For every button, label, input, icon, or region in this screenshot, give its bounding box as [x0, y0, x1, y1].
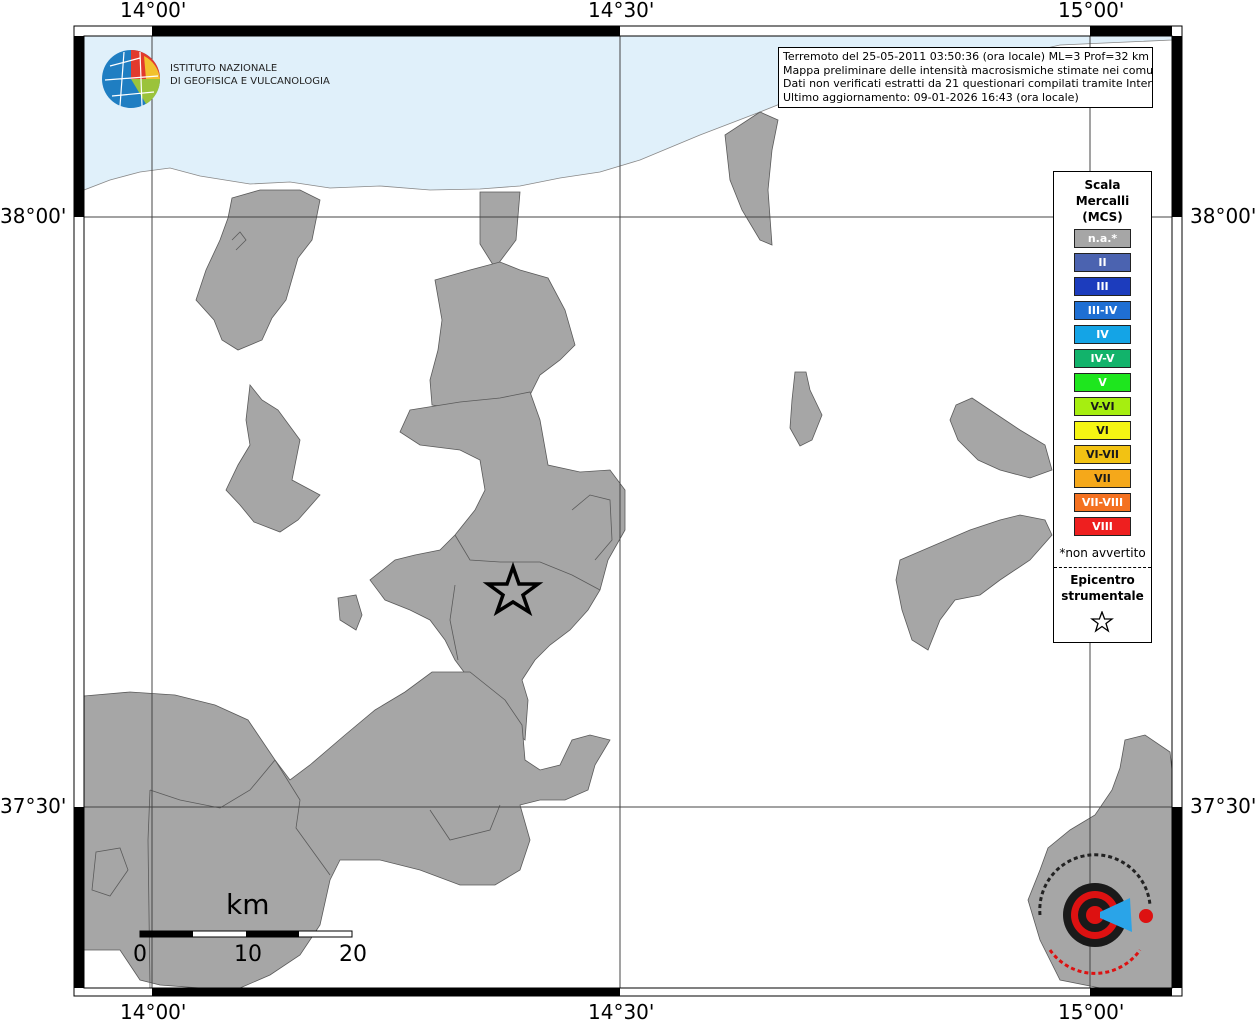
legend-swatch: V	[1074, 373, 1131, 392]
legend-swatch: II	[1074, 253, 1131, 272]
info-line-4: Ultimo aggiornamento: 09-01-2026 16:43 (…	[783, 90, 1079, 104]
info-line-2: Mappa preliminare delle intensità macros…	[783, 63, 1153, 77]
earthquake-info-box: Terremoto del 25-05-2011 03:50:36 (ora l…	[778, 47, 1153, 108]
legend-swatch: III-IV	[1074, 301, 1131, 320]
legend-epicenter-label: Epicentro strumentale	[1054, 572, 1151, 604]
ingv-logo: ISTITUTO NAZIONALE DI GEOFISICA E VULCAN…	[100, 48, 330, 114]
legend-swatch: IV-V	[1074, 349, 1131, 368]
lat-label-left: 37°30'	[0, 794, 67, 818]
legend-swatch: III	[1074, 277, 1131, 296]
lon-label-bottom: 14°30'	[588, 1000, 655, 1024]
legend-swatch: n.a.*	[1074, 229, 1131, 248]
legend-swatch: V-VI	[1074, 397, 1131, 416]
lon-label-top: 14°00'	[120, 0, 187, 22]
globe-icon	[102, 50, 161, 108]
epicenter-line-1: Epicentro	[1070, 573, 1135, 587]
lat-label-right: 38°00'	[1190, 204, 1255, 228]
lon-label-bottom: 14°00'	[120, 1000, 187, 1024]
legend-swatch: VII-VIII	[1074, 493, 1131, 512]
lon-label-top: 14°30'	[588, 0, 655, 22]
legend-separator	[1054, 567, 1151, 568]
institute-line-2: DI GEOFISICA E VULCANOLOGIA	[170, 76, 330, 87]
lon-label-top: 15°00'	[1058, 0, 1125, 22]
legend-title-line-3: (MCS)	[1082, 210, 1123, 224]
scale-bar-label: 20	[339, 942, 367, 967]
lat-label-left: 38°00'	[0, 204, 67, 228]
scale-bar	[139, 930, 353, 938]
info-line-3: Dati non verificati estratti da 21 quest…	[783, 77, 1153, 90]
legend-swatch: VI-VII	[1074, 445, 1131, 464]
scale-bar-unit: km	[226, 888, 270, 921]
mcs-legend: Scala Mercalli (MCS) n.a.* II III III-IV IV I…	[1053, 171, 1152, 643]
scale-bar-label: 10	[234, 942, 262, 967]
legend-star-icon	[1090, 611, 1114, 633]
lat-label-right: 37°30'	[1190, 794, 1255, 818]
scale-bar-label: 0	[133, 942, 147, 967]
legend-swatch: VIII	[1074, 517, 1131, 536]
legend-title-line-1: Scala	[1084, 178, 1121, 192]
info-line-1: Terremoto del 25-05-2011 03:50:36 (ora l…	[783, 50, 1150, 63]
legend-swatch: VI	[1074, 421, 1131, 440]
institute-line-1: ISTITUTO NAZIONALE	[170, 63, 278, 74]
epicenter-line-2: strumentale	[1061, 589, 1144, 603]
legend-title: Scala Mercalli (MCS)	[1054, 177, 1151, 225]
legend-swatch: IV	[1074, 325, 1131, 344]
lon-label-bottom: 15°00'	[1058, 1000, 1125, 1024]
legend-na-note: *non avvertito	[1059, 546, 1146, 560]
legend-swatch: VII	[1074, 469, 1131, 488]
legend-title-line-2: Mercalli	[1075, 194, 1130, 208]
legend-swatches: n.a.* II III III-IV IV IV-V V V-VI VI VI-VII VII VI…	[1074, 229, 1131, 541]
institute-name: ISTITUTO NAZIONALE DI GEOFISICA E VULCAN…	[170, 62, 330, 88]
